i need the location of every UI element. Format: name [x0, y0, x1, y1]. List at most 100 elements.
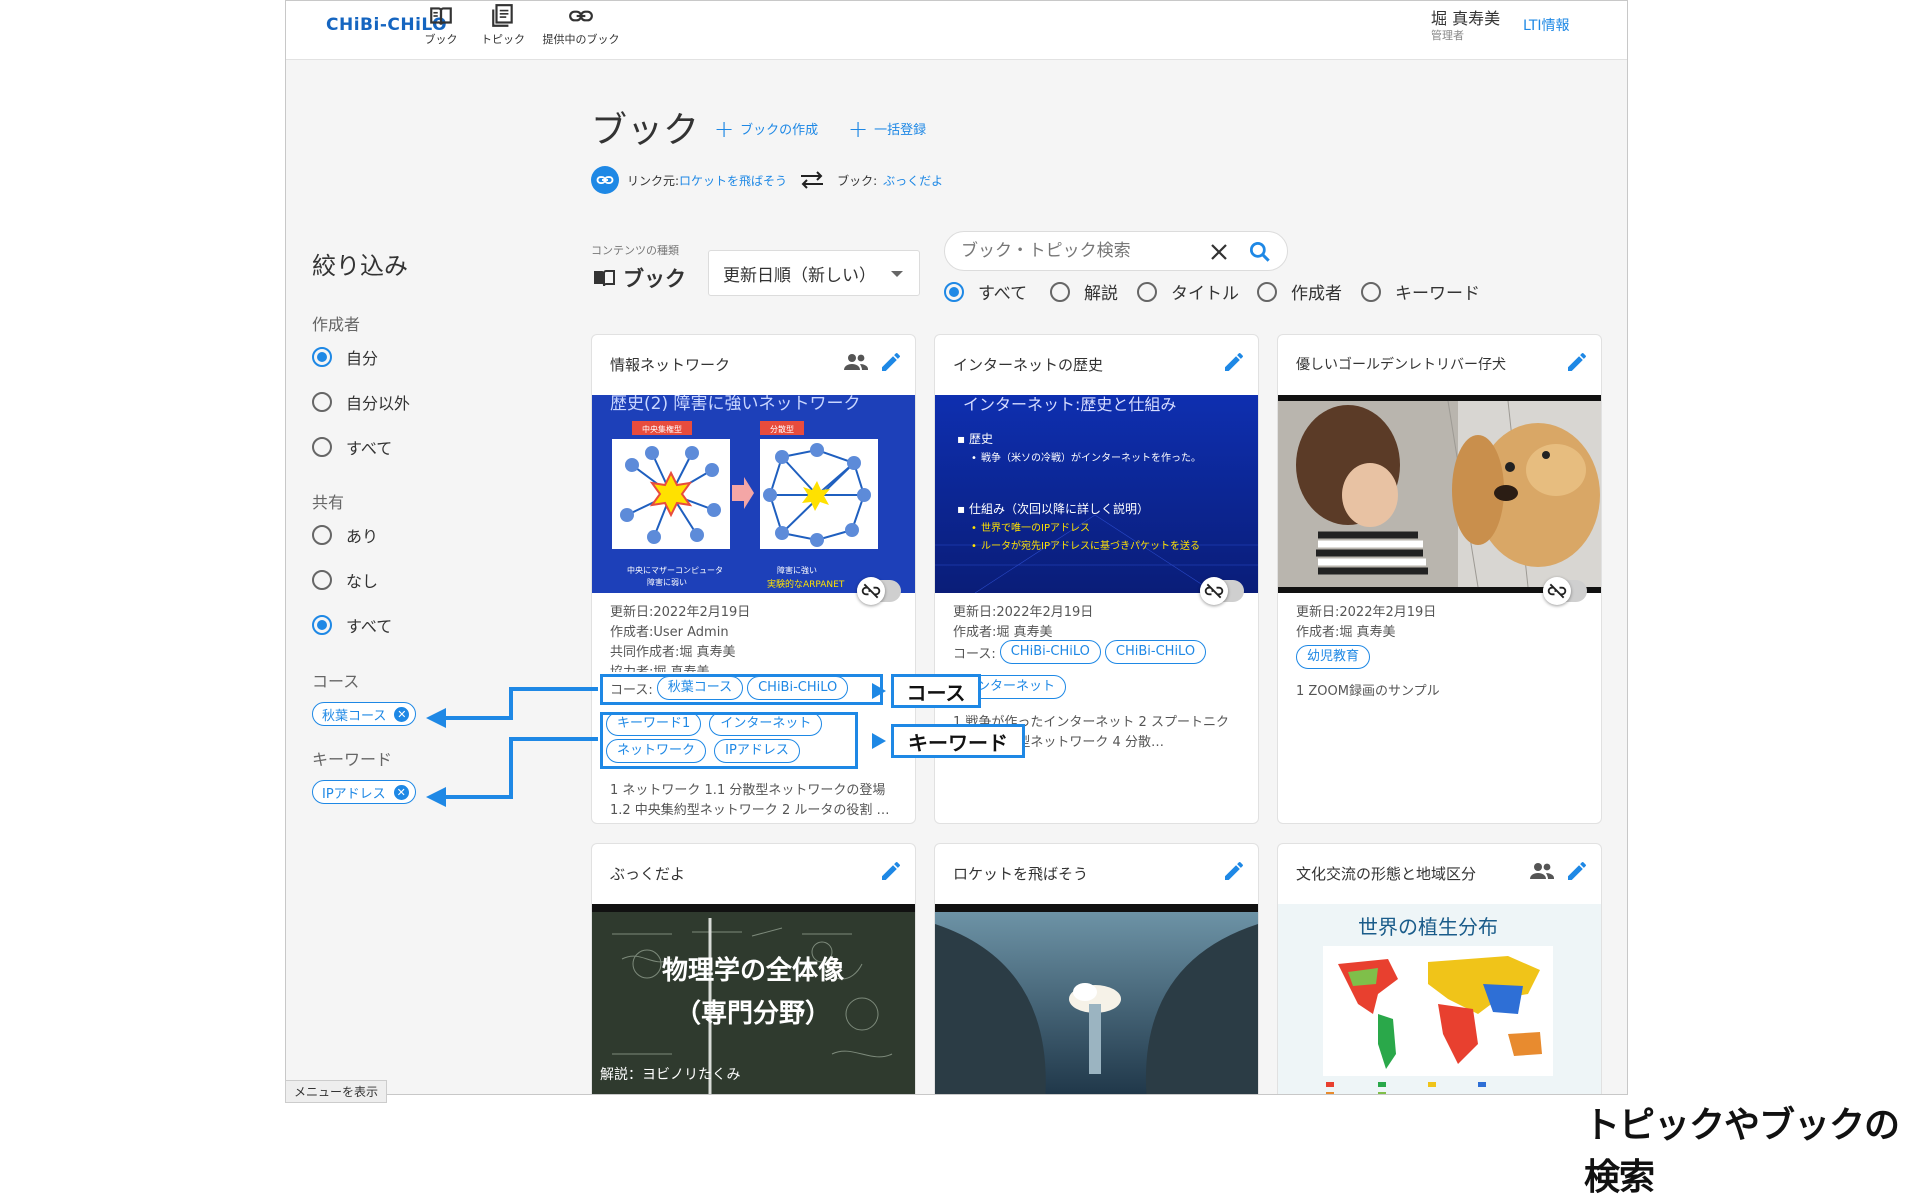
slide-bullet: 仕組み（次回以降に詳しく説明）: [969, 501, 1149, 516]
nav-provided-books[interactable]: 提供中のブック: [531, 3, 631, 47]
plus-icon: +: [848, 114, 869, 143]
search-option-keyword[interactable]: キーワード: [1361, 279, 1480, 304]
search-option-author[interactable]: 作成者: [1257, 279, 1342, 304]
clear-icon[interactable]: [1207, 240, 1231, 264]
plus-icon: +: [714, 114, 735, 143]
book-card[interactable]: ぶっくだよ 物理学の全体像 （専門分野） 解説：ヨビノリたくみ: [591, 843, 916, 1094]
share-option-no[interactable]: なし: [312, 568, 378, 592]
radio-label: 自分: [346, 349, 379, 368]
edit-pencil-icon[interactable]: [879, 859, 903, 883]
radio-label: すべて: [346, 439, 393, 458]
slide-caption: 解説：ヨビノリたくみ: [600, 1067, 741, 1083]
search-option-title[interactable]: タイトル: [1137, 279, 1239, 304]
user-name[interactable]: 堀 真寿美: [1431, 5, 1500, 29]
publish-toggle[interactable]: [857, 577, 901, 605]
course-tag[interactable]: CHiBi-CHiLO: [999, 640, 1101, 664]
card-title: ロケットを飛ばそう: [953, 865, 1089, 883]
radio[interactable]: [312, 570, 332, 590]
share-option-all[interactable]: すべて: [312, 613, 392, 637]
card-title: インターネットの歴史: [953, 356, 1104, 374]
close-icon[interactable]: ✕: [394, 706, 410, 722]
swap-arrows-icon: [801, 171, 824, 189]
unlink-icon: [857, 577, 885, 605]
course-tag[interactable]: CHiBi-CHiLO: [1104, 640, 1207, 664]
publish-toggle[interactable]: [1200, 577, 1244, 605]
radio[interactable]: [1257, 281, 1277, 302]
keyword-highlight-box: [600, 712, 858, 769]
radio[interactable]: [1361, 281, 1381, 302]
course-tags: コース: CHiBi-CHiLO CHiBi-CHiLO: [953, 640, 1210, 664]
edit-pencil-icon[interactable]: [1222, 350, 1246, 374]
share-filter-label: 共有: [312, 493, 345, 512]
unlink-icon: [1200, 577, 1228, 605]
book-card[interactable]: ロケットを飛ばそう: [934, 843, 1259, 1094]
content-type-selector[interactable]: ブック: [591, 263, 686, 293]
radio-label: 自分以外: [346, 394, 411, 413]
edit-pencil-icon[interactable]: [879, 350, 903, 374]
sort-select[interactable]: 更新日順（新しい）: [708, 250, 920, 296]
edit-pencil-icon[interactable]: [1565, 350, 1589, 374]
author: 作成者:堀 真寿美: [1296, 625, 1396, 640]
create-book-button[interactable]: + ブックの作成: [714, 114, 818, 143]
nav-book[interactable]: ブック: [411, 3, 471, 47]
link-chain-icon[interactable]: [591, 166, 619, 194]
svg-text:•: •: [971, 453, 977, 464]
radio[interactable]: [1137, 281, 1157, 302]
book-card[interactable]: 文化交流の形態と地域区分 世界の植生分布: [1277, 843, 1602, 1094]
radio[interactable]: [312, 392, 332, 412]
radio[interactable]: [312, 437, 332, 457]
author-option-others[interactable]: 自分以外: [312, 390, 410, 414]
link-from-value[interactable]: ロケットを飛ばそう: [679, 172, 787, 189]
sort-value: 更新日順（新しい）: [723, 265, 876, 286]
link-to-value[interactable]: ぶっくだよ: [883, 172, 943, 189]
keyword-tag[interactable]: 幼児教育: [1296, 645, 1371, 669]
course-filter-chip[interactable]: 秋葉コース ✕: [312, 702, 417, 726]
chip-label: 秋葉コース: [322, 708, 387, 724]
user-role: 管理者: [1431, 29, 1464, 42]
course-highlight-box: [600, 674, 883, 705]
card-thumbnail: 世界の植生分布: [1278, 904, 1601, 1094]
author: 作成者:堀 真寿美: [953, 625, 1053, 640]
search-option-all[interactable]: すべて: [944, 279, 1027, 304]
link-indicator: リンク元: ロケットを飛ばそう ブック: ぶっくだよ: [591, 166, 943, 194]
updated-date: 更新日:2022年2月19日: [1296, 605, 1437, 620]
course-prefix: コース:: [953, 646, 996, 662]
author-option-self[interactable]: 自分: [312, 345, 378, 369]
radio-selected[interactable]: [312, 347, 332, 367]
bulk-register-button[interactable]: + 一括登録: [848, 114, 926, 143]
radio-selected[interactable]: [312, 615, 332, 635]
edit-pencil-icon[interactable]: [1222, 859, 1246, 883]
slide-bullet: 戦争（米ソの冷戦）がインターネットを作った。: [981, 451, 1201, 464]
radio[interactable]: [1050, 281, 1070, 302]
author-option-all[interactable]: すべて: [312, 435, 392, 459]
show-menu-button[interactable]: メニューを表示: [285, 1080, 388, 1103]
slide-title: 世界の植生分布: [1358, 915, 1498, 939]
close-icon[interactable]: ✕: [393, 784, 409, 800]
card-thumbnail: インターネット:歴史と仕組み ▪ 歴史 • 戦争（米ソの冷戦）がインターネットを…: [935, 395, 1258, 593]
keyword-filter-label: キーワード: [312, 750, 393, 769]
lti-info-link[interactable]: LTI情報: [1523, 15, 1570, 35]
unlink-icon: [1543, 577, 1571, 605]
search-option-description[interactable]: 解説: [1050, 279, 1118, 304]
keyword-filter-chip[interactable]: IPアドレス ✕: [312, 780, 416, 804]
edit-pencil-icon[interactable]: [1565, 859, 1589, 883]
updated-date: 更新日:2022年2月19日: [610, 605, 751, 620]
publish-toggle[interactable]: [1543, 577, 1587, 605]
author-filter-label: 作成者: [312, 315, 361, 334]
caret-down-icon: [891, 271, 903, 277]
card-thumbnail: 歴史(2) 障害に強いネットワーク 中央集権型 分散型 中央にマザーコンピュータ…: [592, 395, 915, 593]
topic-icon: [492, 4, 513, 27]
content-type-value: ブック: [623, 267, 686, 291]
book-card[interactable]: 優しいゴールデンレトリバー仔犬 更新日:2022年2月19日 作成者:堀 真寿美…: [1277, 334, 1602, 824]
keyword-tags: 幼児教育: [1296, 645, 1374, 669]
nav-topic[interactable]: トピック: [473, 3, 533, 47]
updated-date: 更新日:2022年2月19日: [953, 605, 1094, 620]
search-input[interactable]: [961, 241, 1201, 261]
share-option-yes[interactable]: あり: [312, 523, 378, 547]
search-icon[interactable]: [1247, 239, 1273, 265]
shared-people-icon: [844, 354, 868, 370]
radio[interactable]: [312, 525, 332, 545]
radio-label: あり: [346, 527, 379, 546]
slide-label: 中央集権型: [642, 424, 682, 434]
radio-selected[interactable]: [944, 281, 964, 302]
